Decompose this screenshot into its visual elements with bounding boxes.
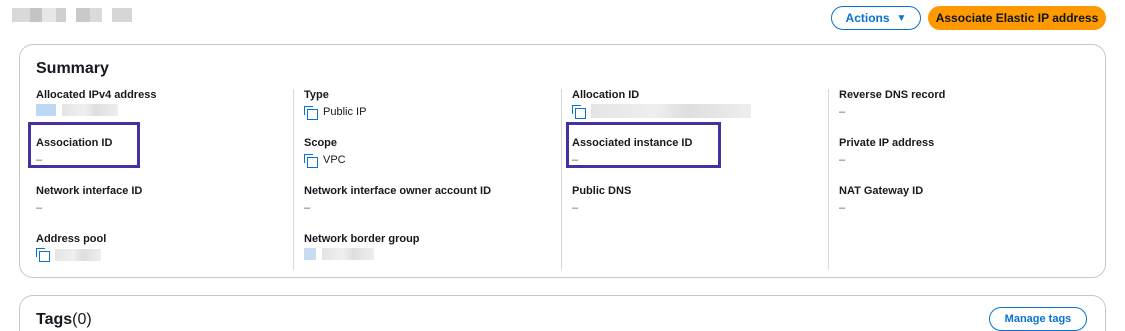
redacted-value [36,104,56,116]
field-label: Type [304,89,329,101]
manage-tags-button[interactable]: Manage tags [989,307,1087,331]
field-ni-owner-account-id: Network interface owner account ID – [294,185,561,216]
tags-panel: Tags(0) Manage tags [19,295,1106,331]
field-network-border-group: Network border group [294,233,561,260]
field-private-ip-address: Private IP address – [829,137,1096,168]
page-title-redacted [12,8,132,22]
field-value: – [839,202,846,214]
field-reverse-dns-record: Reverse DNS record – [829,89,1096,120]
associate-elastic-ip-button[interactable]: Associate Elastic IP address [928,6,1106,30]
field-label: Network border group [304,233,420,245]
field-value: – [304,202,311,214]
field-label: Address pool [36,233,107,245]
redacted-value [304,248,316,260]
field-network-interface-id: Network interface ID – [36,185,293,216]
field-label: Public DNS [572,185,632,197]
field-label: Allocated IPv4 address [36,89,157,101]
highlight-box-associated-instance-id [566,122,721,168]
field-allocation-id: Allocation ID [562,89,829,119]
field-value: – [36,202,43,214]
summary-column-2: Type Public IP Scope VPC Network interfa… [293,89,561,270]
field-label: Network interface ID [36,185,143,197]
field-label: Reverse DNS record [839,89,946,101]
redacted-value [591,104,751,118]
field-address-pool: Address pool [36,233,293,262]
redacted-value [322,248,374,260]
copy-icon[interactable] [304,105,318,120]
actions-dropdown-button[interactable]: Actions ▼ [831,6,921,30]
summary-column-3: Allocation ID Associated instance ID – P… [561,89,829,270]
summary-panel: Summary Allocated IPv4 address Associati… [19,44,1106,278]
redacted-value [62,104,118,116]
field-value: – [572,202,579,214]
field-label: Scope [304,137,338,149]
copy-icon[interactable] [572,104,586,119]
field-label: NAT Gateway ID [839,185,924,197]
field-value: VPC [323,154,346,166]
copy-icon[interactable] [36,248,50,262]
field-public-dns: Public DNS – [562,185,829,216]
actions-label: Actions [845,11,890,25]
associate-elastic-ip-label: Associate Elastic IP address [935,11,1099,25]
caret-down-icon: ▼ [896,12,907,24]
field-allocated-ipv4: Allocated IPv4 address [36,89,293,116]
tags-title: Tags(0) [36,311,92,329]
manage-tags-label: Manage tags [1004,313,1072,325]
field-label: Private IP address [839,137,935,149]
field-nat-gateway-id: NAT Gateway ID – [829,185,1096,216]
summary-column-1: Allocated IPv4 address Association ID – … [36,89,293,270]
redacted-value [55,248,101,261]
field-value: Public IP [323,106,367,118]
field-value: – [839,106,846,118]
field-type: Type Public IP [294,89,561,120]
page-header: Actions ▼ Associate Elastic IP address [0,0,1125,36]
tags-count: (0) [72,311,92,328]
field-value: – [839,154,846,166]
copy-icon[interactable] [304,153,318,168]
field-scope: Scope VPC [294,137,561,168]
field-label: Network interface owner account ID [304,185,492,197]
summary-title: Summary [36,60,109,77]
highlight-box-association-id [28,122,140,168]
field-label: Allocation ID [572,89,640,101]
tags-title-label: Tags [36,311,73,328]
summary-column-4: Reverse DNS record – Private IP address … [828,89,1096,270]
